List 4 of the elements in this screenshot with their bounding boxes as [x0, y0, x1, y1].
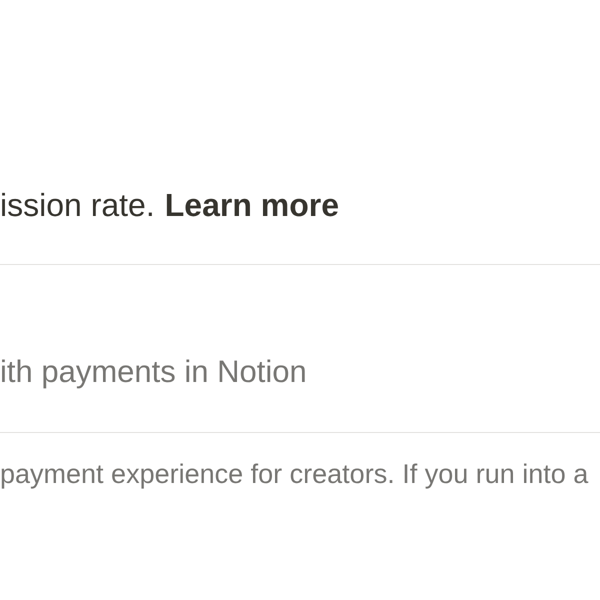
section-title: ith payments in Notion [0, 354, 307, 390]
description-text: ission rate. [0, 186, 155, 224]
body-text: payment experience for creators. If you run into a [0, 458, 588, 490]
learn-more-link[interactable]: Learn more [164, 186, 340, 224]
